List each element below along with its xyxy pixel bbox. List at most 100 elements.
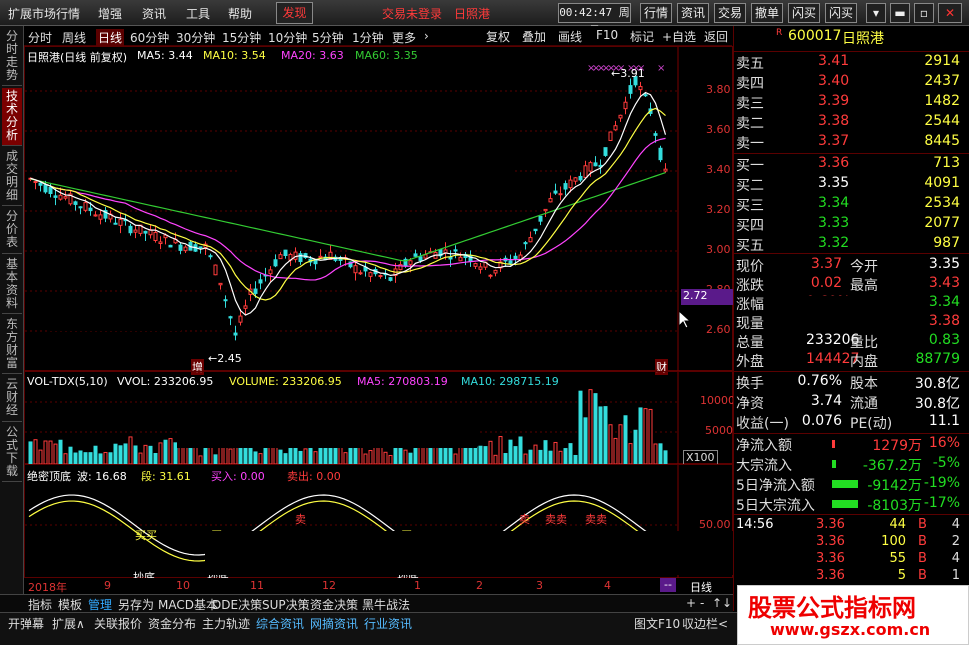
volume-bar	[618, 424, 623, 465]
price-chart-panel[interactable]: × × × × × × × × × × × 日照港(日线 前复权) MA5: 3.44 MA10: …	[24, 46, 733, 375]
tf-10min[interactable]: 10分钟	[268, 29, 307, 46]
flash-sell-button[interactable]: 闪买	[825, 3, 857, 23]
tab-black-bull[interactable]: 黑牛战法	[362, 596, 410, 613]
volume-bar	[168, 438, 173, 465]
zoom-in-icon[interactable]: +	[686, 596, 696, 610]
tab-cloud-finance[interactable]: 云财经	[2, 376, 22, 422]
tf-time-share[interactable]: 分时	[28, 29, 52, 46]
menu-item-news[interactable]: 资讯	[142, 5, 166, 22]
volume-bar	[63, 453, 68, 465]
restore-icon[interactable]: ▫	[914, 3, 934, 23]
close-icon[interactable]: ✕	[938, 3, 962, 23]
tf-weekly[interactable]: 周线	[62, 29, 86, 46]
candle-body	[603, 147, 608, 156]
tab-template[interactable]: 模板	[58, 596, 82, 613]
cancel-order-button[interactable]: 撤单	[751, 3, 783, 23]
quote-button[interactable]: 行情	[640, 3, 672, 23]
ask-row[interactable]: 卖二 3.38 2544	[736, 113, 964, 133]
volume-panel[interactable]: VOL-TDX(5,10) VVOL: 233206.95 VOLUME: 23…	[24, 371, 735, 465]
status-industry-news[interactable]: 行业资讯	[364, 615, 412, 632]
flow-pct: 16%	[928, 435, 960, 451]
sidebar-toggle[interactable]: 収边栏<	[682, 615, 728, 632]
ask-row[interactable]: 卖四 3.40 2437	[736, 73, 964, 93]
tab-dde[interactable]: DDE决策	[212, 596, 262, 613]
r-marker: R	[776, 28, 783, 38]
minimize-icon[interactable]: ▬	[890, 3, 910, 23]
status-general-news[interactable]: 综合资讯	[256, 615, 304, 632]
arrow-down-icon[interactable]: ↓	[722, 596, 732, 610]
info-button[interactable]: 资讯	[677, 3, 709, 23]
tool-add-watch[interactable]: +自选	[662, 28, 696, 45]
tf-daily[interactable]: 日线	[96, 29, 125, 46]
flash-buy-button[interactable]: 闪买	[788, 3, 820, 23]
menu-item-market[interactable]: 扩展市场行情	[8, 5, 80, 22]
tab-manage[interactable]: 管理	[88, 596, 112, 613]
candle-body	[643, 94, 648, 97]
tab-basic-info[interactable]: 基本资料	[2, 256, 22, 314]
flow-label: 净流入额	[736, 438, 792, 454]
tab-fund[interactable]: 资金决策	[310, 596, 358, 613]
menu-item-help[interactable]: 帮助	[228, 5, 252, 22]
tick-count: 2	[951, 534, 960, 549]
stat-value: 3.43	[928, 275, 960, 291]
tf-5min[interactable]: 5分钟	[312, 29, 344, 46]
tool-f10[interactable]: F10	[596, 28, 618, 42]
bid-row[interactable]: 买二 3.35 4091	[736, 175, 964, 195]
menu-item-tools[interactable]: 工具	[186, 5, 210, 22]
candle-body	[353, 265, 358, 274]
tab-save-as[interactable]: 另存为	[118, 596, 154, 613]
chevron-right-icon[interactable]: ›	[424, 29, 429, 43]
zoom-out-icon[interactable]: -	[700, 596, 704, 610]
tab-eastmoney[interactable]: 东方财富	[2, 316, 22, 374]
tool-draw[interactable]: 画线	[558, 28, 582, 45]
f10-graph[interactable]: 图文F10	[634, 615, 680, 632]
bid-row[interactable]: 买三 3.34 2534	[736, 195, 964, 215]
tab-sup[interactable]: SUP决策	[262, 596, 310, 613]
tab-indicator[interactable]: 指标	[28, 596, 52, 613]
menu-item-enhance[interactable]: 增强	[98, 5, 122, 22]
dropdown-icon[interactable]: ▾	[866, 3, 886, 23]
tool-mark[interactable]: 标记	[630, 28, 654, 45]
ask-row[interactable]: 卖三 3.39 1482	[736, 93, 964, 113]
trade-button[interactable]: 交易	[714, 3, 746, 23]
bid-row[interactable]: 买四 3.33 2077	[736, 215, 964, 235]
tab-time-share[interactable]: 分时走势	[2, 28, 22, 86]
tool-adjust[interactable]: 复权	[486, 28, 510, 45]
tf-more[interactable]: 更多	[392, 29, 416, 46]
cursor-price-label: 2.72	[681, 289, 733, 305]
status-danmu[interactable]: 开弹幕	[8, 615, 44, 632]
flow-row: 5日净流入额 -9142万 -19%	[736, 475, 964, 495]
indicator-panel[interactable]: 绝密顶底 波: 16.68 段: 31.61 买入: 0.00 卖出: 0.00…	[24, 464, 765, 584]
ask-row[interactable]: 卖五 3.41 2914	[736, 53, 964, 73]
status-main-track[interactable]: 主力轨迹	[202, 615, 250, 632]
volume-bar	[663, 450, 668, 465]
bid-row[interactable]: 买五 3.32 987	[736, 235, 964, 255]
tab-formula-download[interactable]: 公式下载	[2, 424, 22, 482]
tab-technical[interactable]: 技术分析	[2, 88, 22, 146]
status-web-news[interactable]: 网摘资讯	[310, 615, 358, 632]
discover-button[interactable]: 发现	[276, 2, 313, 24]
tab-trade-details[interactable]: 成交明细	[2, 148, 22, 206]
tab-price-table[interactable]: 分价表	[2, 208, 22, 254]
tf-1min[interactable]: 1分钟	[352, 29, 384, 46]
tf-30min[interactable]: 30分钟	[176, 29, 215, 46]
status-expand[interactable]: 扩展∧	[52, 615, 85, 632]
ask-price: 3.40	[818, 73, 850, 89]
candle-body	[183, 246, 188, 252]
tab-macd[interactable]: MACD基本	[158, 596, 218, 613]
tool-overlay[interactable]: 叠加	[522, 28, 546, 45]
volume-bar	[588, 389, 593, 465]
tool-back[interactable]: 返回	[704, 28, 728, 45]
tf-15min[interactable]: 15分钟	[222, 29, 261, 46]
tf-60min[interactable]: 60分钟	[130, 29, 169, 46]
flow-label: 5日大宗流入	[736, 498, 815, 514]
ask-row[interactable]: 卖一 3.37 8445	[736, 133, 964, 153]
bid-row[interactable]: 买一 3.36 713	[736, 155, 964, 175]
volume-bar	[278, 449, 283, 465]
scroll-handle[interactable]: --	[660, 578, 676, 592]
arrow-up-icon[interactable]: ↑	[712, 596, 722, 610]
trade-login-status[interactable]: 交易未登录	[382, 5, 442, 22]
status-related-quote[interactable]: 关联报价	[94, 615, 142, 632]
volume-bar	[263, 446, 268, 465]
status-fund-dist[interactable]: 资金分布	[148, 615, 196, 632]
